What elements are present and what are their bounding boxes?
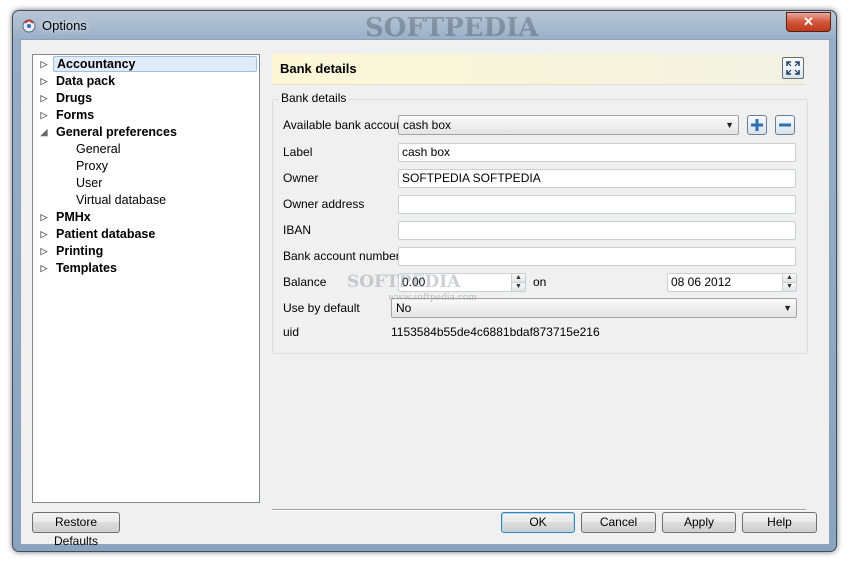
tree-item-templates[interactable]: ▷ Templates <box>36 260 256 276</box>
spin-down-icon[interactable]: ▼ <box>783 283 796 291</box>
balance-label: Balance <box>283 275 327 289</box>
options-window: Options SOFTPEDIA ✕ ▷ Accountancy ▷ Data pa… <box>12 10 837 552</box>
tree-item-patient-database[interactable]: ▷ Patient database <box>36 226 256 242</box>
available-account-value: cash box <box>403 118 452 132</box>
expand-icon <box>786 61 800 75</box>
uid-value: 1153584b55de4c6881bdaf873715e216 <box>391 325 600 339</box>
spin-down-icon[interactable]: ▼ <box>512 283 525 291</box>
collapsed-arrow-icon[interactable]: ▷ <box>39 56 49 72</box>
chevron-down-icon: ▼ <box>725 120 734 130</box>
help-button[interactable]: Help <box>742 512 817 533</box>
apply-button[interactable]: Apply <box>662 512 736 533</box>
minus-icon <box>779 123 791 127</box>
expanded-arrow-icon[interactable]: ◢ <box>39 124 49 140</box>
restore-defaults-button[interactable]: Restore Defaults <box>32 512 120 548</box>
tree-item-general-preferences[interactable]: ◢ General preferences <box>36 124 256 140</box>
tree-item-label: User <box>76 176 103 190</box>
tree-item-label: Proxy <box>76 159 108 173</box>
tree-item-drugs[interactable]: ▷ Drugs <box>36 90 256 106</box>
group-title: Bank details <box>279 91 349 105</box>
tree-item-label: Templates <box>56 261 117 275</box>
collapsed-arrow-icon[interactable]: ▷ <box>39 260 49 276</box>
iban-label: IBAN <box>283 223 312 237</box>
tree-item-user[interactable]: User <box>36 175 256 191</box>
tree-item-label: Data pack <box>56 74 116 88</box>
tree-item-label: Drugs <box>56 91 93 105</box>
collapsed-arrow-icon[interactable]: ▷ <box>39 226 49 242</box>
tree-item-pmhx[interactable]: ▷ PMHx <box>36 209 256 225</box>
tree-item-label: Patient database <box>56 227 156 241</box>
panel-header: Bank details <box>272 54 806 85</box>
app-icon <box>21 17 37 33</box>
plus-icon <box>751 119 763 131</box>
label-field-label: Label <box>283 145 313 159</box>
use-by-default-label: Use by default <box>283 301 360 315</box>
bank-details-group: Bank details Available bank account cash… <box>272 91 808 354</box>
balance-spinner[interactable]: ▲ ▼ <box>511 274 525 291</box>
on-label: on <box>533 275 547 289</box>
watermark-sub: www.softpedia.com <box>388 293 477 303</box>
collapsed-arrow-icon[interactable]: ▷ <box>39 73 49 89</box>
available-account-select[interactable]: cash box ▼ <box>398 115 739 135</box>
available-account-label: Available bank account <box>283 118 407 132</box>
tree-item-label: Printing <box>56 244 104 258</box>
window-title: Options <box>42 18 87 33</box>
tree-item-accountancy[interactable]: ▷ Accountancy <box>36 56 257 72</box>
balance-date-value: 08 06 2012 <box>671 275 732 289</box>
use-by-default-value: No <box>396 301 412 315</box>
tree-item-virtual-database[interactable]: Virtual database <box>36 192 256 208</box>
footer-separator <box>272 509 806 511</box>
ok-button[interactable]: OK <box>501 512 575 533</box>
tree-item-printing[interactable]: ▷ Printing <box>36 243 256 259</box>
watermark-middle: SOFTPEDIA <box>347 272 461 292</box>
uid-label: uid <box>283 325 300 339</box>
add-account-button[interactable] <box>747 115 767 135</box>
fullscreen-button[interactable] <box>782 57 804 79</box>
cancel-button[interactable]: Cancel <box>581 512 656 533</box>
label-input[interactable]: cash box <box>398 143 796 162</box>
tree-item-general[interactable]: General <box>36 141 256 157</box>
collapsed-arrow-icon[interactable]: ▷ <box>39 209 49 225</box>
collapsed-arrow-icon[interactable]: ▷ <box>39 243 49 259</box>
tree-item-label: General <box>76 142 121 156</box>
remove-account-button[interactable] <box>775 115 795 135</box>
owner-input[interactable]: SOFTPEDIA SOFTPEDIA <box>398 169 796 188</box>
title-bar[interactable]: Options SOFTPEDIA ✕ <box>13 11 836 43</box>
owner-address-input[interactable] <box>398 195 796 214</box>
dialog-client: ▷ Accountancy ▷ Data pack ▷ Drugs ▷ Forms ◢ Gener… <box>20 39 830 548</box>
date-spinner[interactable]: ▲ ▼ <box>782 274 796 291</box>
panel-title: Bank details <box>280 61 357 76</box>
account-number-input[interactable] <box>398 247 796 266</box>
chevron-down-icon: ▼ <box>783 303 792 313</box>
tree-item-label: Virtual database <box>76 193 167 207</box>
owner-label: Owner <box>283 171 319 185</box>
spin-up-icon[interactable]: ▲ <box>783 274 796 283</box>
tree-item-label: PMHx <box>56 210 91 224</box>
settings-panel: Bank details Bank details Available bank… <box>272 54 808 501</box>
collapsed-arrow-icon[interactable]: ▷ <box>39 90 49 106</box>
category-tree[interactable]: ▷ Accountancy ▷ Data pack ▷ Drugs ▷ Forms ◢ Gener… <box>32 54 260 503</box>
tree-item-data-pack[interactable]: ▷ Data pack <box>36 73 256 89</box>
close-button[interactable]: ✕ <box>786 12 831 32</box>
tree-item-label: General preferences <box>56 125 177 139</box>
tree-item-forms[interactable]: ▷ Forms <box>36 107 256 123</box>
iban-input[interactable] <box>398 221 796 240</box>
collapsed-arrow-icon[interactable]: ▷ <box>39 107 49 123</box>
tree-item-label: Forms <box>56 108 95 122</box>
owner-address-label: Owner address <box>283 197 365 211</box>
account-number-label: Bank account number <box>283 249 400 263</box>
tree-item-proxy[interactable]: Proxy <box>36 158 256 174</box>
tree-item-label: Accountancy <box>53 56 257 72</box>
spin-up-icon[interactable]: ▲ <box>512 274 525 283</box>
balance-date-input[interactable]: 08 06 2012 ▲ ▼ <box>667 273 797 292</box>
